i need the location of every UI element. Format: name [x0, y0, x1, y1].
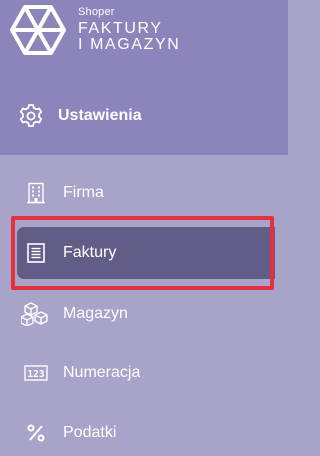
settings-title: Ustawienia — [58, 107, 142, 124]
sidebar-item-magazyn[interactable]: Magazyn — [0, 294, 288, 334]
product-name-line1: FAKTURY — [78, 20, 163, 37]
shoper-logo-icon — [10, 5, 66, 55]
sidebar-item-faktury[interactable]: Faktury — [0, 233, 288, 273]
invoice-icon — [24, 241, 48, 265]
sidebar-header: Shoper FAKTURY I MAGAZYN Ustawienia — [0, 0, 288, 155]
boxes-icon — [21, 302, 51, 326]
product-name: FAKTURY I MAGAZYN — [78, 21, 180, 53]
svg-text:123: 123 — [27, 369, 44, 380]
sidebar-item-label: Faktury — [63, 244, 117, 261]
sidebar-item-numeracja[interactable]: 123 Numeracja — [0, 353, 288, 393]
settings-heading: Ustawienia — [18, 102, 142, 130]
sidebar-item-label: Firma — [63, 184, 104, 201]
brand-name: Shoper — [78, 6, 115, 18]
percent-icon — [24, 421, 48, 445]
sidebar-item-label: Magazyn — [63, 305, 128, 322]
building-icon — [24, 181, 48, 205]
numbering-icon: 123 — [24, 361, 48, 385]
sidebar-item-label: Podatki — [63, 424, 117, 441]
sidebar-item-firma[interactable]: Firma — [0, 173, 288, 213]
sidebar-item-label: Numeracja — [63, 364, 141, 381]
gear-icon — [19, 104, 43, 127]
sidebar-item-podatki[interactable]: Podatki — [0, 413, 288, 453]
product-name-line2: I MAGAZYN — [78, 36, 181, 53]
